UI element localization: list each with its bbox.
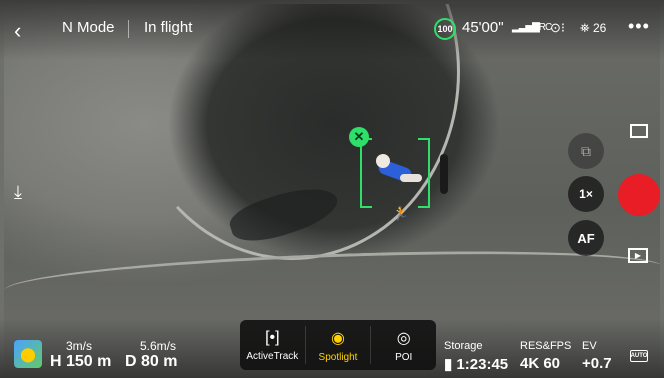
landing-icon[interactable]: ⤓ <box>14 182 22 203</box>
res-value: 4K 60 <box>520 355 561 372</box>
subject-head <box>376 154 390 168</box>
subject-type-icon: 🏃 <box>392 205 410 221</box>
signal-icon[interactable]: ▂▃▅▇RC <box>512 22 552 33</box>
distance-readout: D 80 m <box>125 353 178 370</box>
zoom-button[interactable]: 1× <box>568 176 604 212</box>
mode-activetrack[interactable]: [•] ActiveTrack <box>240 320 305 370</box>
mode-label: POI <box>395 351 413 363</box>
flight-mode[interactable]: N Mode <box>62 19 115 36</box>
poi-icon: ◎ <box>396 329 411 347</box>
eye-icon: ◉ <box>331 329 345 347</box>
autofocus-button[interactable]: AF <box>568 220 604 256</box>
frame-edge <box>428 138 430 208</box>
auto-exposure-icon[interactable]: AUTO <box>630 350 648 362</box>
ev-stat[interactable]: EV +0.7 <box>582 340 612 372</box>
skateboard <box>440 154 448 194</box>
map-icon[interactable]: ⬤ <box>14 340 42 368</box>
battery-icon[interactable]: 100 <box>434 18 456 40</box>
smart-mode-selector: [•] ActiveTrack ◉ Spotlight ◎ POI <box>240 320 436 370</box>
header-divider <box>128 20 129 38</box>
height-readout: H 150 m <box>50 353 112 370</box>
mode-label: Spotlight <box>318 351 358 363</box>
more-icon[interactable]: ••• <box>628 16 650 37</box>
battery-percent: 100 <box>437 24 453 34</box>
satellite-count: 26 <box>592 21 607 35</box>
ev-value: +0.7 <box>582 355 612 372</box>
obstacle-sensing-icon[interactable]: ⊙⁝ <box>550 20 565 36</box>
activetrack-icon: [•] <box>265 328 280 346</box>
storage-value: ▮ 1:23:45 <box>444 356 509 373</box>
gps-icon[interactable]: ⛯ 26 <box>580 21 606 36</box>
back-icon[interactable]: ‹ <box>14 18 21 44</box>
shutter-button[interactable] <box>618 174 660 216</box>
tracked-subject[interactable] <box>372 152 422 192</box>
resolution-stat[interactable]: RES&FPS 4K 60 <box>520 340 571 372</box>
horizontal-speed: 3m/s <box>66 339 93 353</box>
flight-status: In flight <box>144 19 193 36</box>
mode-poi[interactable]: ◎ POI <box>371 320 436 370</box>
storage-time: 1:23:45 <box>456 356 509 373</box>
frame-edge <box>360 138 362 208</box>
camera-switch-button[interactable]: ⧉ <box>568 133 604 169</box>
subject-legs <box>400 174 422 182</box>
storage-label: Storage <box>444 340 483 352</box>
storage-stat[interactable]: Storage ▮ 1:23:45 <box>444 340 508 373</box>
ev-label: EV <box>582 340 597 352</box>
flight-time-remaining: 45'00" <box>462 19 504 36</box>
camera-mode-icon[interactable] <box>630 124 648 138</box>
mode-spotlight[interactable]: ◉ Spotlight <box>306 320 371 370</box>
mode-label: ActiveTrack <box>246 350 299 362</box>
playback-icon[interactable]: ▶ <box>628 248 648 263</box>
cancel-tracking-icon[interactable]: ✕ <box>349 127 369 147</box>
res-label: RES&FPS <box>520 340 572 352</box>
vertical-speed: 5.6m/s <box>140 339 177 353</box>
